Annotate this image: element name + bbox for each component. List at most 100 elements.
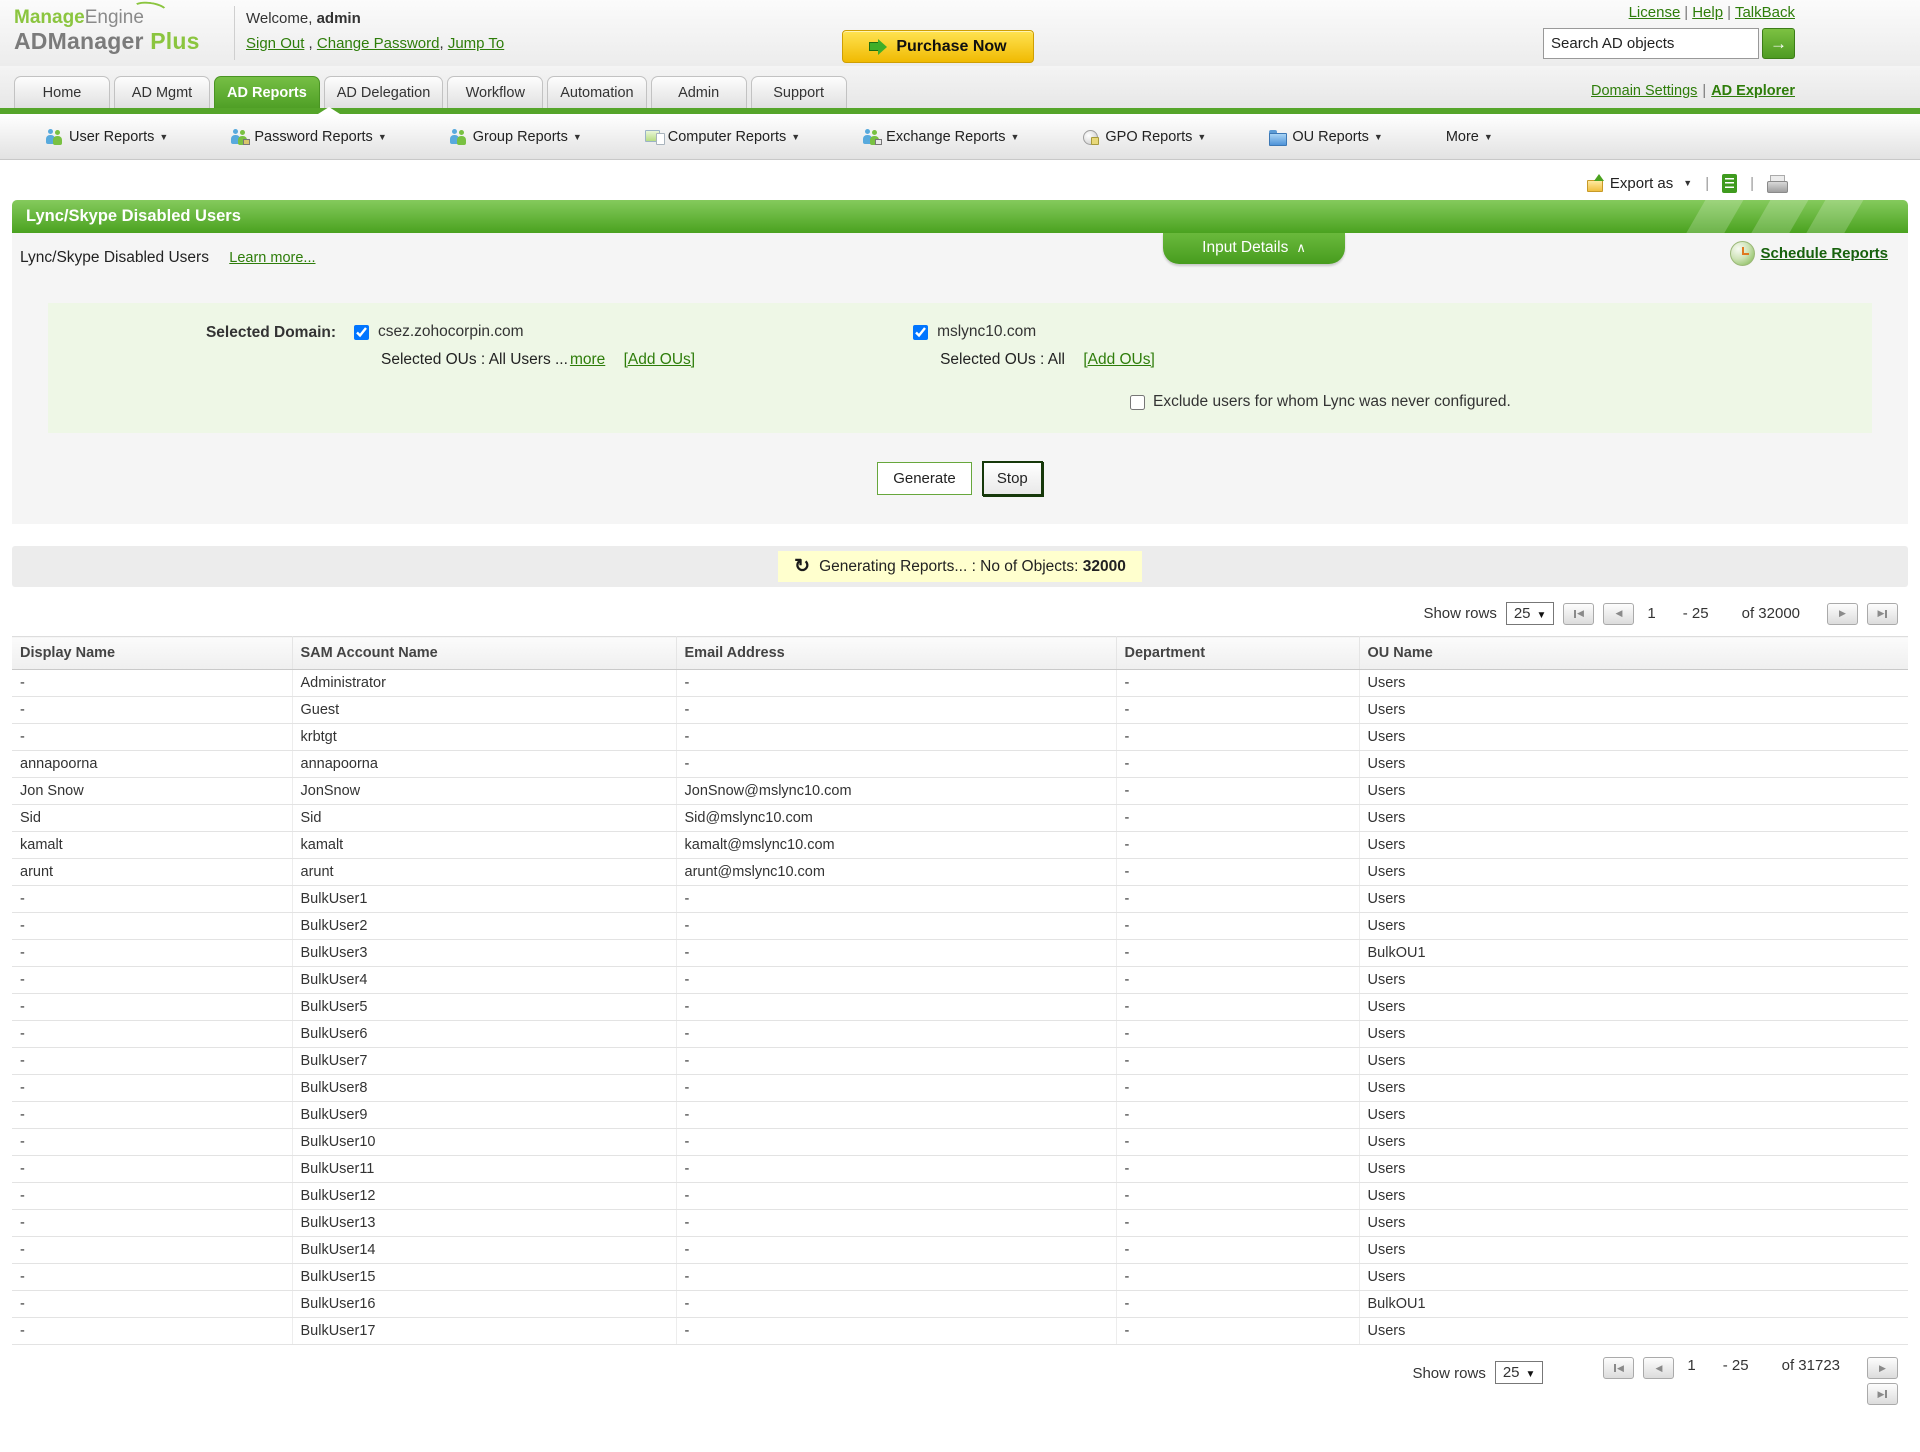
rows-per-page-select[interactable]: 25▼ [1506, 602, 1555, 625]
tab-support[interactable]: Support [751, 76, 847, 108]
jump-to-link[interactable]: Jump To [448, 35, 504, 52]
next-page-button[interactable]: ▶ [1867, 1357, 1898, 1379]
printer-icon[interactable] [1767, 175, 1787, 192]
table-cell: Users [1359, 994, 1908, 1021]
column-department[interactable]: Department [1116, 637, 1359, 670]
table-cell: - [12, 1021, 292, 1048]
learn-more-link[interactable]: Learn more... [229, 250, 315, 266]
column-display-name[interactable]: Display Name [12, 637, 292, 670]
page-range: - 25 [1723, 1357, 1749, 1374]
menu-more[interactable]: More▼ [1446, 129, 1493, 145]
menu-group-reports[interactable]: Group Reports▼ [450, 129, 582, 145]
export-as-button[interactable]: Export as ▼ [1587, 175, 1692, 192]
report-document-icon[interactable] [1722, 174, 1737, 193]
tab-workflow[interactable]: Workflow [447, 76, 543, 108]
domain1-checkbox[interactable] [354, 325, 369, 340]
menu-user-reports[interactable]: User Reports ▼ [46, 129, 168, 145]
help-link[interactable]: Help [1692, 4, 1723, 21]
page-range: - 25 [1683, 605, 1709, 622]
show-rows-label: Show rows [1412, 1365, 1485, 1382]
brand-plus: Plus [150, 28, 199, 54]
chevron-down-icon: ▼ [159, 132, 168, 142]
stop-button[interactable]: Stop [982, 461, 1043, 496]
brand-admanager: ADManager [14, 28, 150, 54]
status-message: Generating Reports... : No of Objects: [819, 558, 1078, 575]
sign-out-link[interactable]: Sign Out [246, 35, 304, 52]
domain1-add-ous-link[interactable]: [Add OUs] [624, 351, 696, 368]
table-row: -Guest--Users [12, 697, 1908, 724]
schedule-reports-link[interactable]: Schedule Reports [1730, 241, 1888, 266]
menu-password-reports[interactable]: Password Reports▼ [231, 129, 386, 145]
report-title-bar: Lync/Skype Disabled Users [12, 200, 1908, 233]
menu-computer-reports[interactable]: Computer Reports▼ [645, 129, 800, 145]
table-row: -BulkUser4--Users [12, 967, 1908, 994]
previous-page-button[interactable]: ◀ [1603, 603, 1634, 625]
schedule-clock-icon [1730, 241, 1755, 266]
exclude-lync-checkbox[interactable] [1130, 395, 1145, 410]
domain1-more-link[interactable]: more [570, 351, 605, 368]
first-page-button[interactable]: ◀ [1563, 603, 1594, 625]
ad-explorer-link[interactable]: AD Explorer [1711, 83, 1795, 99]
table-cell: - [1116, 670, 1359, 697]
top-bar: ManageEngine ADManager Plus Welcome, adm… [0, 0, 1920, 66]
table-cell: - [676, 1129, 1116, 1156]
last-page-button[interactable]: ▶ [1867, 603, 1898, 625]
tab-home[interactable]: Home [14, 76, 110, 108]
pagination-top: Show rows 25▼ ◀ ◀ 1 - 25 of 32000 ▶ ▶ [0, 587, 1920, 634]
tab-automation[interactable]: Automation [547, 76, 646, 108]
rows-per-page-select[interactable]: 25▼ [1495, 1361, 1544, 1384]
table-cell: - [676, 1264, 1116, 1291]
menu-exchange-reports[interactable]: Exchange Reports▼ [863, 129, 1019, 145]
table-cell: BulkUser16 [292, 1291, 676, 1318]
change-password-link[interactable]: Change Password [317, 35, 440, 52]
license-link[interactable]: License [1629, 4, 1681, 21]
input-details-toggle[interactable]: Input Details∧ [1163, 233, 1345, 264]
tab-ad-delegation[interactable]: AD Delegation [324, 76, 444, 108]
table-cell: - [1116, 859, 1359, 886]
table-row: -BulkUser11--Users [12, 1156, 1908, 1183]
talkback-link[interactable]: TalkBack [1735, 4, 1795, 21]
report-title: Lync/Skype Disabled Users [26, 207, 241, 225]
search-go-button[interactable]: → [1762, 28, 1795, 59]
tab-ad-reports[interactable]: AD Reports [214, 76, 320, 108]
domain-item-2: mslync10.com Selected OUs : All [Add OUs… [913, 323, 1155, 369]
column-email-address[interactable]: Email Address [676, 637, 1116, 670]
purchase-now-label: Purchase Now [896, 38, 1006, 56]
last-page-button[interactable]: ▶ [1867, 1383, 1898, 1405]
table-row: kamaltkamaltkamalt@mslync10.com-Users [12, 832, 1908, 859]
table-cell: Users [1359, 1021, 1908, 1048]
domain2-checkbox[interactable] [913, 325, 928, 340]
chevron-down-icon: ▼ [1374, 132, 1383, 142]
domain1-name: csez.zohocorpin.com [378, 323, 524, 341]
active-tab-notch [318, 107, 340, 114]
next-page-button[interactable]: ▶ [1827, 603, 1858, 625]
table-cell: BulkUser4 [292, 967, 676, 994]
table-cell: - [12, 724, 292, 751]
menu-label: OU Reports [1292, 129, 1369, 145]
table-cell: - [676, 886, 1116, 913]
menu-gpo-reports[interactable]: GPO Reports▼ [1082, 129, 1206, 145]
tab-ad-mgmt[interactable]: AD Mgmt [114, 76, 210, 108]
previous-page-button[interactable]: ◀ [1643, 1357, 1674, 1379]
menu-label: User Reports [69, 129, 154, 145]
column-sam-account-name[interactable]: SAM Account Name [292, 637, 676, 670]
table-cell: - [12, 886, 292, 913]
domain2-add-ous-link[interactable]: [Add OUs] [1083, 351, 1155, 368]
search-input[interactable] [1543, 28, 1759, 59]
domain-settings-link[interactable]: Domain Settings [1591, 83, 1697, 99]
column-ou-name[interactable]: OU Name [1359, 637, 1908, 670]
table-cell: BulkUser5 [292, 994, 676, 1021]
table-cell: - [676, 751, 1116, 778]
generate-button[interactable]: Generate [877, 462, 972, 495]
table-row: -BulkUser3--BulkOU1 [12, 940, 1908, 967]
tab-admin[interactable]: Admin [651, 76, 747, 108]
table-cell: Users [1359, 724, 1908, 751]
table-row: -BulkUser12--Users [12, 1183, 1908, 1210]
menu-ou-reports[interactable]: OU Reports ▼ [1269, 129, 1382, 145]
header-divider [234, 6, 235, 60]
table-cell: Users [1359, 1129, 1908, 1156]
first-page-button[interactable]: ◀ [1603, 1357, 1634, 1379]
table-cell: kamalt@mslync10.com [676, 832, 1116, 859]
purchase-now-button[interactable]: Purchase Now [842, 30, 1034, 63]
table-cell: BulkUser8 [292, 1075, 676, 1102]
